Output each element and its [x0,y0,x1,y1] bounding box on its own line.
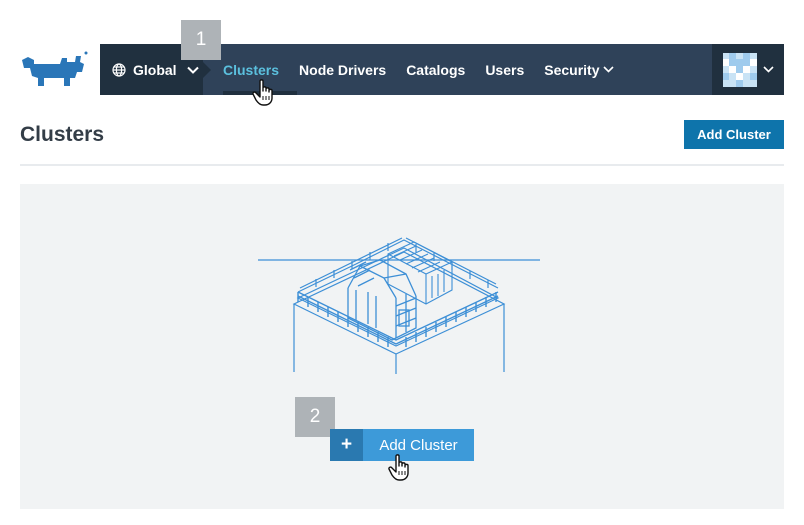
user-menu[interactable] [712,44,784,95]
nav-node-drivers-label: Node Drivers [299,61,387,78]
scope-label: Global [133,61,177,78]
chevron-down-icon [186,66,199,74]
nav-clusters-label: Clusters [223,61,280,78]
add-cluster-button[interactable]: Add Cluster [684,120,784,149]
rancher-logo[interactable] [20,50,88,86]
nav-node-drivers[interactable]: Node Drivers [289,44,396,95]
nav-catalogs[interactable]: Catalogs [396,44,475,95]
plus-icon: + [330,429,363,461]
header-divider [20,164,784,166]
hand-cursor-icon [252,79,273,106]
farm-illustration [258,237,540,374]
nav-security-label: Security [544,61,600,78]
chevron-down-icon [762,66,774,73]
nav-security[interactable]: Security [534,44,624,95]
globe-icon [112,62,126,77]
nav-catalogs-label: Catalogs [406,61,466,78]
add-cluster-label: Add Cluster [363,429,474,461]
hand-cursor-icon [388,454,409,481]
page-title: Clusters [20,123,105,146]
step-marker-2: 2 [295,397,335,437]
chevron-down-icon [603,66,615,73]
nav-users[interactable]: Users [475,44,534,95]
avatar [722,52,757,87]
nav-users-label: Users [485,61,525,78]
step-marker-1: 1 [181,20,221,60]
